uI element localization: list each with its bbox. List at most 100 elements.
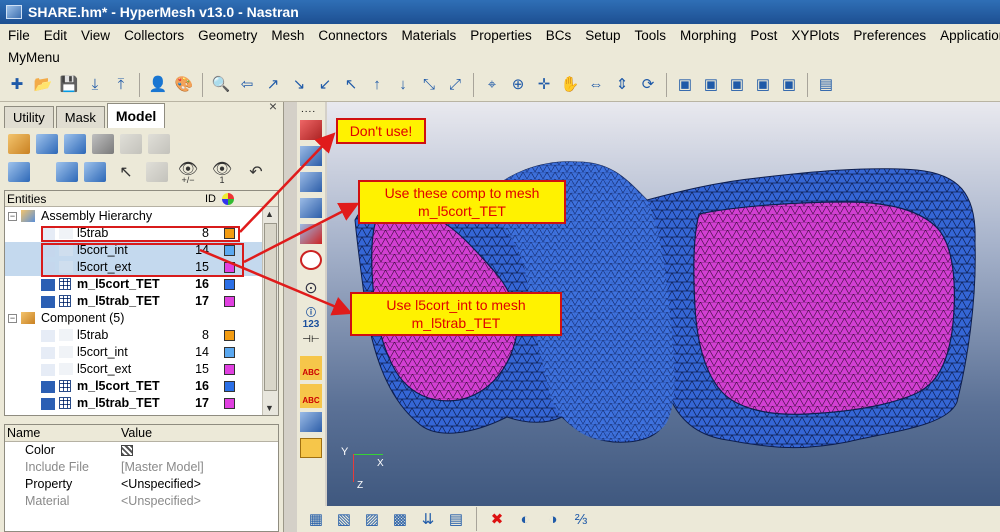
iso-view-icon[interactable]: ↗: [262, 74, 284, 96]
menu-materials[interactable]: Materials: [401, 28, 456, 43]
materials-icon[interactable]: ▩: [389, 508, 411, 530]
view-zx-icon[interactable]: ↖: [340, 74, 362, 96]
view-yz-icon[interactable]: ↙: [314, 74, 336, 96]
import-icon[interactable]: ⤓: [84, 74, 106, 96]
display-mode-1-icon[interactable]: ▣: [674, 74, 696, 96]
delete-icon[interactable]: ✖: [486, 508, 508, 530]
component-icon[interactable]: [41, 279, 55, 291]
loads-icon[interactable]: ⇊: [417, 508, 439, 530]
component-icon[interactable]: [41, 381, 55, 393]
rotate-icon[interactable]: ⟳: [637, 74, 659, 96]
component-icon[interactable]: [41, 364, 55, 376]
menu-setup[interactable]: Setup: [585, 28, 620, 43]
tree-item-l5cort-ext[interactable]: l5cort_ext 15: [5, 361, 262, 378]
geometry-icon[interactable]: [59, 329, 73, 341]
tab-model[interactable]: Model: [106, 103, 166, 128]
user-profile-icon[interactable]: 👤: [147, 74, 169, 96]
new-component-icon[interactable]: ✚: [6, 74, 28, 96]
menu-collectors[interactable]: Collectors: [124, 28, 184, 43]
color-swatch[interactable]: [224, 398, 235, 409]
scroll-up-icon[interactable]: ▲: [265, 209, 274, 219]
tree-item-m-l5trab-tet[interactable]: m_l5trab_TET 17: [5, 293, 262, 310]
tree-scrollbar[interactable]: ▲ ▼: [262, 207, 278, 415]
tree-item-component-folder[interactable]: − Component (5): [5, 310, 262, 327]
component-icon[interactable]: [41, 296, 55, 308]
mesh-icon[interactable]: [59, 380, 71, 392]
color-swatch[interactable]: [224, 381, 235, 392]
tab-mask[interactable]: Mask: [55, 106, 105, 128]
menu-mesh[interactable]: Mesh: [271, 28, 304, 43]
move-vertical-icon[interactable]: ⇕: [611, 74, 633, 96]
view-top-icon[interactable]: ↑: [366, 74, 388, 96]
solid-icon[interactable]: [84, 162, 106, 182]
cursor-select-icon[interactable]: ↖: [112, 162, 140, 182]
geometry-icon[interactable]: [59, 346, 73, 358]
color-swatch[interactable]: [224, 330, 235, 341]
geometry-icon[interactable]: [59, 363, 73, 375]
save-model-icon[interactable]: 💾: [58, 74, 80, 96]
renumber-icon[interactable]: ⅔: [570, 508, 592, 530]
menu-preferences[interactable]: Preferences: [853, 28, 926, 43]
mesh-icon[interactable]: [59, 278, 71, 290]
property-view-icon[interactable]: [64, 134, 86, 154]
assembly-view-icon[interactable]: [36, 134, 58, 154]
color-swatch[interactable]: [224, 347, 235, 358]
material-view-icon[interactable]: [92, 134, 114, 154]
color-column-icon[interactable]: [222, 193, 234, 205]
shaded-view-icon[interactable]: [300, 198, 322, 218]
tab-utility[interactable]: Utility: [4, 106, 54, 128]
center-icon[interactable]: ✛: [533, 74, 555, 96]
numbers-icon[interactable]: ⓘ 123: [300, 304, 322, 330]
menu-view[interactable]: View: [81, 28, 110, 43]
view-left-icon[interactable]: ⤡: [418, 74, 440, 96]
element-display-icon[interactable]: [300, 250, 322, 270]
color-swatch-icon[interactable]: [121, 445, 133, 456]
tree-item-l5cort-int[interactable]: l5cort_int 14: [5, 344, 262, 361]
menu-properties[interactable]: Properties: [470, 28, 532, 43]
entities-column-header[interactable]: Entities: [5, 192, 46, 206]
diamond-icon[interactable]: [56, 162, 78, 182]
tree-item-assembly-hierarchy[interactable]: − Assembly Hierarchy: [5, 208, 262, 225]
zoom-icon[interactable]: 🔍: [210, 74, 232, 96]
mesh-icon[interactable]: [59, 397, 71, 409]
collapse-icon[interactable]: −: [8, 212, 17, 221]
properties-icon[interactable]: ▨: [361, 508, 383, 530]
display-mode-4-icon[interactable]: ▣: [752, 74, 774, 96]
view-xy-icon[interactable]: ↘: [288, 74, 310, 96]
menu-file[interactable]: File: [8, 28, 30, 43]
tree-item-m-l5cort-tet[interactable]: m_l5cort_TET 16: [5, 378, 262, 395]
screenshot-icon[interactable]: ▤: [815, 74, 837, 96]
menu-bcs[interactable]: BCs: [546, 28, 572, 43]
transform-icon[interactable]: [300, 412, 322, 432]
bounding-box-icon[interactable]: [300, 438, 322, 458]
color-swatch[interactable]: [224, 296, 235, 307]
open-model-icon[interactable]: 📂: [32, 74, 54, 96]
tree-item-l5trab[interactable]: l5trab 8: [5, 327, 262, 344]
previous-view-icon[interactable]: ⇦: [236, 74, 258, 96]
mask-icon[interactable]: ◐: [514, 508, 536, 530]
component-icon[interactable]: [41, 398, 55, 410]
eye-show-hide-icon[interactable]: 👁 +/−: [174, 159, 202, 185]
menu-mymenu[interactable]: MyMenu: [8, 50, 60, 65]
clip-plane-icon[interactable]: [300, 146, 322, 166]
property-row-property[interactable]: Property <Unspecified>: [5, 476, 278, 493]
move-horizontal-icon[interactable]: ⇔: [585, 74, 607, 96]
scroll-down-icon[interactable]: ▼: [265, 403, 274, 413]
id-column-header[interactable]: ID: [205, 193, 216, 205]
mesh-icon[interactable]: [59, 295, 71, 307]
zoom-box-icon[interactable]: ⊕: [507, 74, 529, 96]
export-icon[interactable]: ⤒: [110, 74, 132, 96]
close-icon[interactable]: ×: [269, 98, 277, 114]
eye-isolate-icon[interactable]: 👁 1: [208, 159, 236, 185]
display-mode-3-icon[interactable]: ▣: [726, 74, 748, 96]
pan-hand-icon[interactable]: ✋: [559, 74, 581, 96]
reveal-icon[interactable]: ◑: [542, 508, 564, 530]
tree-item-m-l5trab-tet[interactable]: m_l5trab_TET 17: [5, 395, 262, 412]
measure-icon[interactable]: ⊣⊢: [300, 334, 322, 354]
tree-item-m-l5cort-tet[interactable]: m_l5cort_TET 16: [5, 276, 262, 293]
cube-filter-icon[interactable]: [8, 162, 30, 182]
menu-post[interactable]: Post: [750, 28, 777, 43]
components-icon[interactable]: ▦: [305, 508, 327, 530]
label-abc-icon[interactable]: ABC: [300, 356, 322, 380]
color-swatch[interactable]: [224, 279, 235, 290]
